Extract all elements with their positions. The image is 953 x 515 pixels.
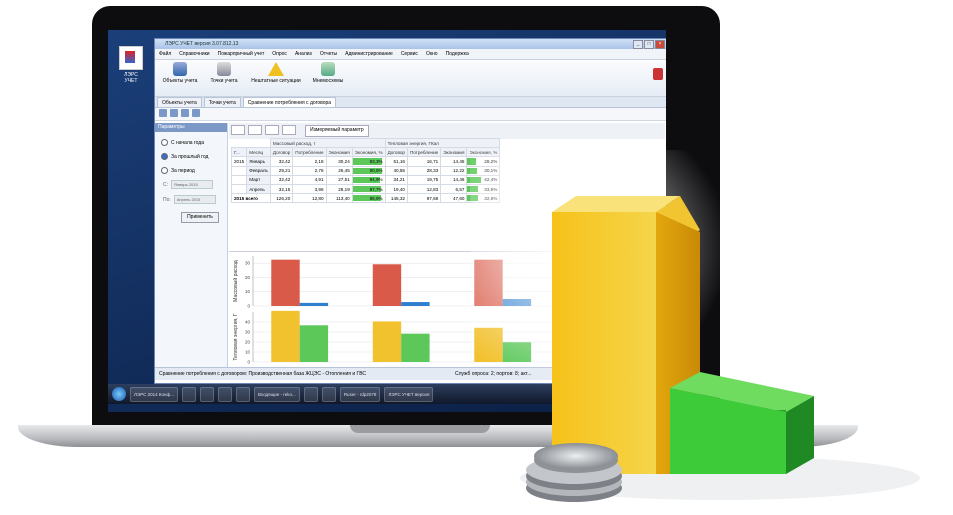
coin-stack: [526, 443, 622, 502]
yellow-bar-front: [552, 212, 656, 474]
decor-layer: [520, 196, 920, 502]
